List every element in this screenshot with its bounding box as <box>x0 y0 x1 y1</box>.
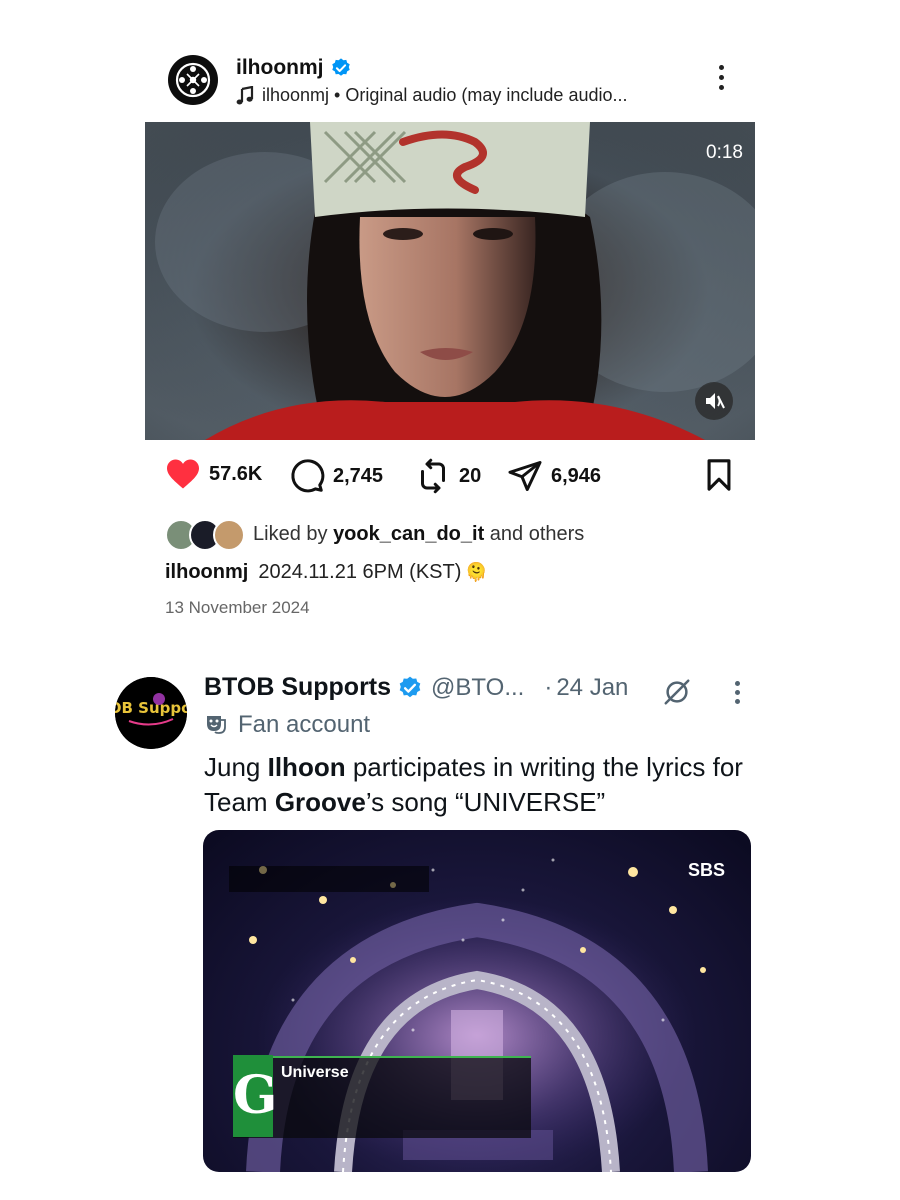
video-duration: 0:18 <box>706 142 743 163</box>
avatar-logo-text: BTOB Supports <box>115 699 187 717</box>
grok-icon[interactable] <box>662 677 692 707</box>
share-action[interactable]: 6,946 <box>507 458 601 494</box>
verified-badge-icon <box>399 676 421 697</box>
fan-account-label: Fan account <box>204 711 370 739</box>
team-letter-badge: G <box>233 1055 277 1137</box>
fan-account-text: Fan account <box>238 711 371 738</box>
verified-badge-icon <box>331 58 350 76</box>
repost-action[interactable]: 20 <box>415 458 481 494</box>
caption-username[interactable]: ilhoonmj <box>165 561 248 584</box>
comment-bubble-icon <box>291 459 325 493</box>
liked-by-user[interactable]: yook_can_do_it <box>333 523 484 546</box>
lower-third-caption <box>233 1056 531 1138</box>
heart-filled-icon <box>167 459 199 489</box>
broadcaster-logo: SBS <box>687 860 725 880</box>
separator-dot: · <box>544 673 553 701</box>
tweet-text-bold: Groove <box>274 787 366 817</box>
comment-action[interactable]: 2,745 <box>289 458 383 494</box>
caption-emoji: 🫠 <box>465 562 488 582</box>
like-count: 57.6K <box>209 462 263 485</box>
ig-avatar-logo-icon <box>175 62 211 98</box>
send-paper-plane-icon <box>508 461 542 491</box>
broadcast-ticker <box>229 866 429 892</box>
tweet-handle[interactable]: @BTO... <box>431 674 524 702</box>
ig-username[interactable]: ilhoonmj <box>236 56 324 80</box>
tweet-timestamp[interactable]: 24 Jan <box>556 674 628 702</box>
tweet-avatar[interactable]: BTOB Supports <box>115 677 187 749</box>
share-count: 6,946 <box>551 464 602 487</box>
tweet-header: BTOB Supports @BTO... · 24 Jan <box>204 673 628 702</box>
speaker-muted-icon <box>706 393 725 409</box>
more-options-icon[interactable] <box>710 65 732 97</box>
tweet-more-icon[interactable] <box>733 681 741 708</box>
music-note-icon <box>236 85 254 104</box>
theater-masks-icon <box>207 716 226 734</box>
song-title-caption: Universe <box>281 1064 349 1081</box>
like-action[interactable]: 57.6K <box>165 458 262 490</box>
ig-action-bar: 57.6K 2,745 20 6,946 <box>165 458 740 498</box>
tweet-media-image[interactable]: SBS G Universe <box>203 830 751 1172</box>
save-action[interactable] <box>703 458 735 492</box>
btob-supports-logo: BTOB Supports <box>115 677 187 749</box>
liked-by-prefix: Liked by <box>253 522 334 545</box>
liked-by-row[interactable]: Liked by yook_can_do_it and others <box>165 519 585 551</box>
video-frame-image <box>145 122 755 440</box>
post-date: 13 November 2024 <box>165 598 310 617</box>
liked-by-suffix: and others <box>484 522 585 545</box>
mute-toggle-button[interactable] <box>695 382 733 420</box>
tweet-text-part: Jung <box>204 752 268 782</box>
ig-audio-label: ilhoonmj • Original audio (may include a… <box>262 85 628 105</box>
ig-avatar[interactable] <box>168 55 218 105</box>
tweet-text: Jung Ilhoon participates in writing the … <box>204 750 764 820</box>
liked-by-avatars <box>165 519 245 551</box>
tweet-text-part: ’s song “UNIVERSE” <box>365 787 606 817</box>
ig-video-player[interactable]: 0:18 <box>145 122 755 440</box>
ig-username-row: ilhoonmj <box>236 56 352 80</box>
comment-count: 2,745 <box>333 464 384 487</box>
tweet-display-name[interactable]: BTOB Supports <box>204 673 391 702</box>
bookmark-icon <box>707 459 731 491</box>
repost-count: 20 <box>459 464 482 487</box>
ig-post-header: ilhoonmj ilhoonmj • Original audio (may … <box>168 55 738 105</box>
ig-caption: ilhoonmj 2024.11.21 6PM (KST) 🫠 <box>165 561 488 584</box>
repost-icon <box>421 458 445 494</box>
ig-audio-row[interactable]: ilhoonmj • Original audio (may include a… <box>236 85 628 106</box>
liker-avatar <box>213 519 245 551</box>
caption-text: 2024.11.21 6PM (KST) <box>258 561 462 583</box>
tweet-text-bold: Ilhoon <box>267 752 346 782</box>
